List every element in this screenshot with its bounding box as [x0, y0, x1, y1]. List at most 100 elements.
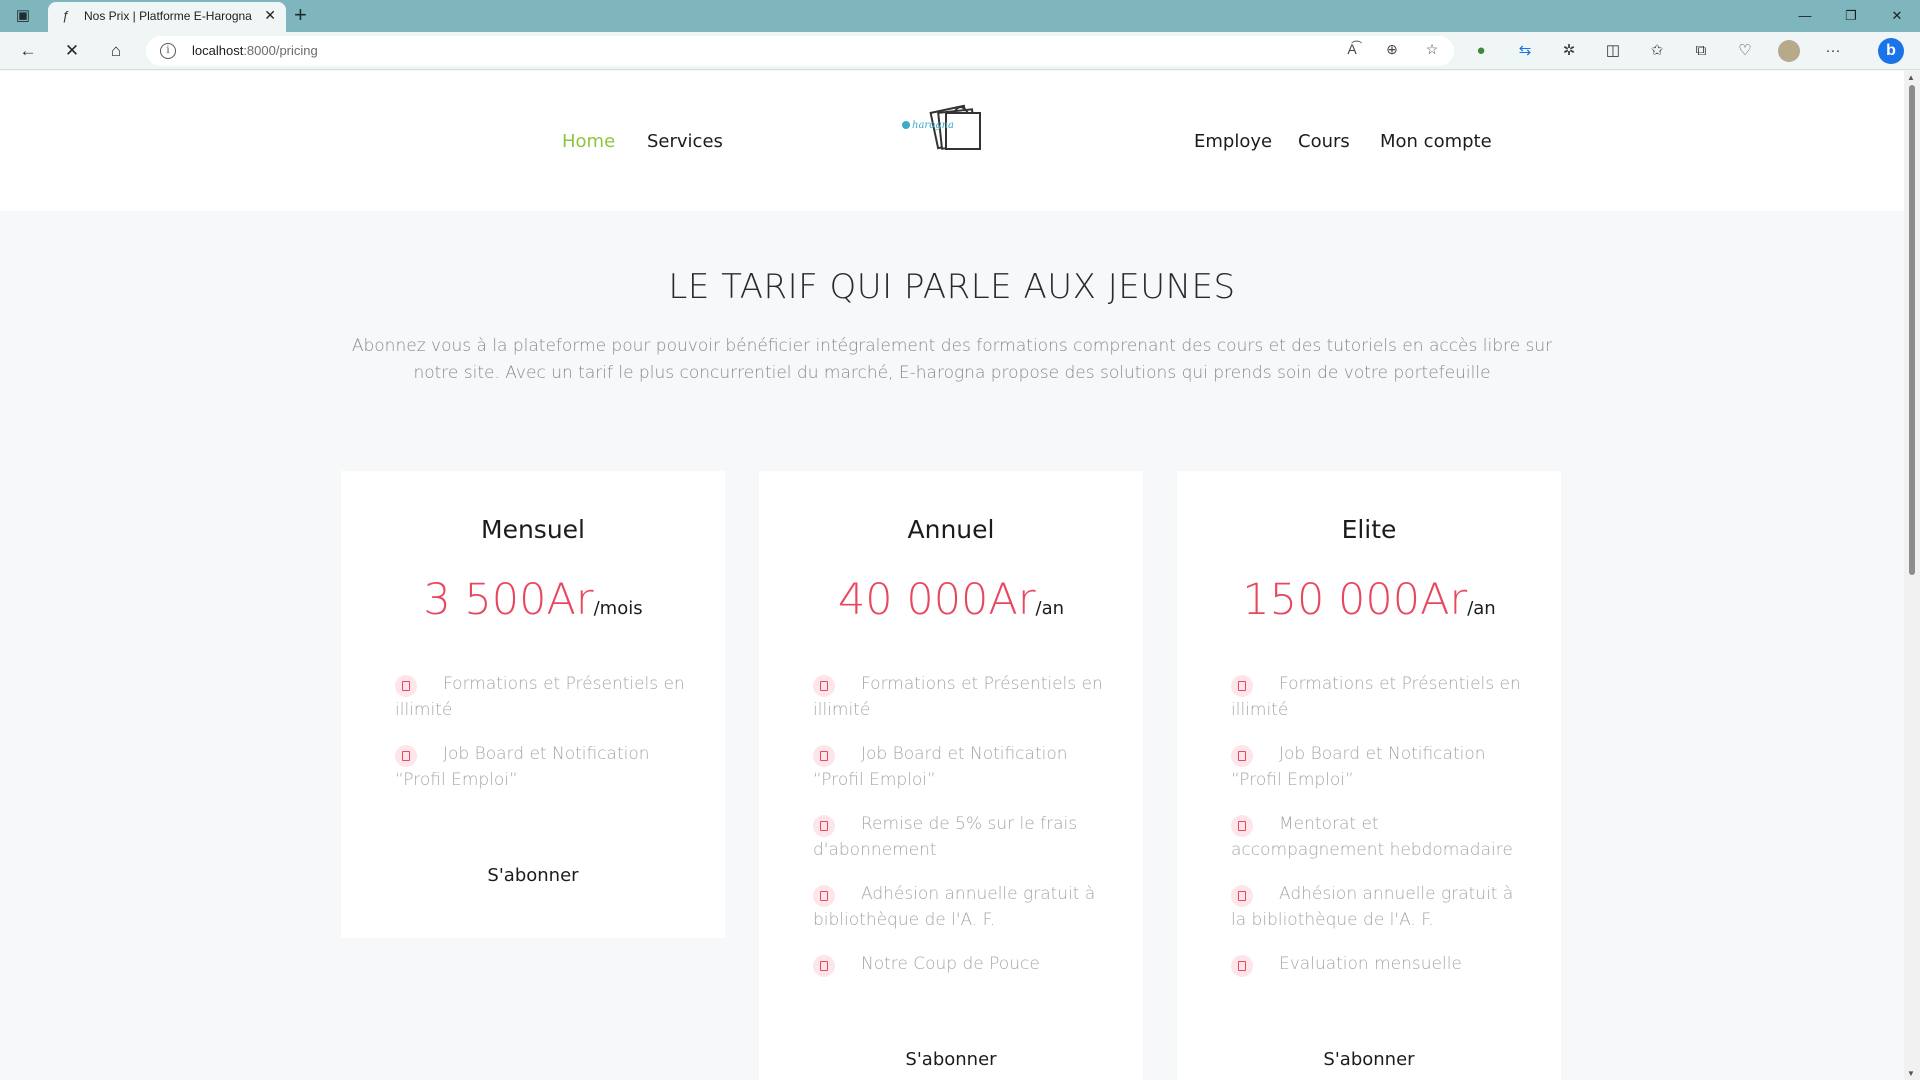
feature-item: Evaluation mensuelle [1231, 951, 1521, 977]
tab-title: Nos Prix | Platforme E-Harogna [84, 9, 252, 23]
price-unit: /an [1035, 598, 1065, 619]
feature-text: Notre Coup de Pouce [861, 954, 1040, 974]
browser-tab[interactable]: ƒ Nos Prix | Platforme E-Harogna ✕ [48, 2, 286, 32]
feature-item: Formations et Présentiels en illimité [813, 671, 1103, 723]
feature-item: Mentorat et accompagnement hebdomadaire [1231, 811, 1521, 863]
url-path: :8000/pricing [243, 43, 318, 58]
feature-check-icon [1231, 745, 1253, 767]
plan-card-annuel: Annuel 40 000Ar/an Formations et Présent… [759, 471, 1143, 1080]
feature-item: Remise de 5% sur le frais d'abonnement [813, 811, 1103, 863]
feature-check-icon [813, 745, 835, 767]
subscribe-button[interactable]: S'abonner [341, 865, 725, 886]
feature-text: Adhésion annuelle gratuit à bibliothèque… [813, 884, 1096, 930]
page-scrollbar[interactable]: ▲ ▼ [1904, 71, 1920, 1080]
feature-text: Remise de 5% sur le frais d'abonnement [813, 814, 1078, 860]
back-arrow-icon[interactable]: ← [14, 39, 42, 63]
extensions-bar: ● ⇆ ✲ ◫ ✩ ⧉ ♡ ··· [1470, 40, 1844, 62]
svg-text:harogna: harogna [912, 120, 954, 131]
page-viewport: Home Services harogna Employe Cours Mon … [0, 71, 1904, 1080]
restore-icon[interactable]: ❐ [1828, 0, 1874, 32]
nav-home[interactable]: Home [562, 131, 615, 152]
browser-toolbar: ← ✕ ⌂ i localhost:8000/pricing A͡ ⊕ ☆ ● … [0, 32, 1920, 70]
translate-icon[interactable]: ⇆ [1514, 40, 1536, 62]
tab-actions-icon[interactable]: ▣ [12, 6, 34, 26]
address-bar-actions: A͡ ⊕ ☆ [1342, 41, 1442, 58]
plan-price: 40 000Ar/an [759, 575, 1143, 625]
feature-list: Formations et Présentiels en illimité Jo… [1231, 671, 1521, 995]
feature-item: Job Board et Notification “Profil Emploi… [395, 741, 685, 793]
extension-globe-icon[interactable]: ● [1470, 40, 1492, 62]
window-controls: — ❐ ✕ [1782, 0, 1920, 32]
feature-check-icon [813, 675, 835, 697]
stop-loading-icon[interactable]: ✕ [58, 39, 86, 63]
close-tab-icon[interactable]: ✕ [264, 7, 276, 24]
read-aloud-icon[interactable]: A͡ [1342, 41, 1362, 58]
profile-avatar-icon[interactable] [1778, 40, 1800, 62]
feature-item: Formations et Présentiels en illimité [395, 671, 685, 723]
plan-name: Annuel [907, 515, 995, 544]
nav-mon-compte[interactable]: Mon compte [1380, 131, 1492, 152]
address-bar[interactable]: i localhost:8000/pricing A͡ ⊕ ☆ [146, 36, 1454, 66]
window-close-icon[interactable]: ✕ [1874, 0, 1920, 32]
scroll-thumb[interactable] [1909, 85, 1915, 575]
nav-services[interactable]: Services [647, 131, 723, 152]
plan-price: 3 500Ar/mois [341, 575, 725, 625]
more-menu-icon[interactable]: ··· [1822, 40, 1844, 62]
feature-check-icon [395, 675, 417, 697]
pricing-title: LE TARIF QUI PARLE AUX JEUNES [668, 267, 1236, 307]
feature-check-icon [813, 815, 835, 837]
feature-item: Adhésion annuelle gratuit à bibliothèque… [813, 881, 1103, 933]
home-icon[interactable]: ⌂ [102, 39, 130, 63]
feature-item: Notre Coup de Pouce [813, 951, 1103, 977]
split-screen-icon[interactable]: ◫ [1602, 40, 1624, 62]
feature-check-icon [1231, 815, 1253, 837]
price-value: 40 000Ar [837, 575, 1036, 625]
feature-check-icon [813, 955, 835, 977]
nav-cours[interactable]: Cours [1298, 131, 1350, 152]
favorite-star-icon[interactable]: ☆ [1422, 41, 1442, 58]
feature-item: Job Board et Notification “Profil Emploi… [813, 741, 1103, 793]
feature-text: Formations et Présentiels en illimité [1231, 674, 1521, 720]
site-logo[interactable]: harogna [898, 95, 988, 155]
plan-price: 150 000Ar/an [1177, 575, 1561, 625]
price-value: 3 500Ar [423, 575, 594, 625]
collections-icon[interactable]: ⧉ [1690, 40, 1712, 62]
feature-check-icon [1231, 955, 1253, 977]
extensions-puzzle-icon[interactable]: ✲ [1558, 40, 1580, 62]
price-unit: /mois [593, 598, 643, 619]
zoom-icon[interactable]: ⊕ [1382, 41, 1402, 58]
price-value: 150 000Ar [1242, 575, 1468, 625]
new-tab-icon[interactable]: + [294, 4, 307, 26]
subscribe-button[interactable]: S'abonner [759, 1049, 1143, 1070]
feature-text: Job Board et Notification “Profil Emploi… [1231, 744, 1486, 790]
feature-list: Formations et Présentiels en illimité Jo… [395, 671, 685, 811]
nav-employe[interactable]: Employe [1194, 131, 1272, 152]
feature-text: Job Board et Notification “Profil Emploi… [395, 744, 650, 790]
feature-check-icon [1231, 675, 1253, 697]
feature-list: Formations et Présentiels en illimité Jo… [813, 671, 1103, 995]
feature-check-icon [395, 745, 417, 767]
plan-name: Elite [1341, 515, 1397, 544]
site-info-icon[interactable]: i [160, 43, 176, 59]
url-host: localhost [192, 43, 244, 58]
feature-check-icon [1231, 885, 1253, 907]
feature-text: Formations et Présentiels en illimité [813, 674, 1103, 720]
feature-text: Formations et Présentiels en illimité [395, 674, 685, 720]
price-unit: /an [1467, 598, 1496, 619]
pricing-description: Abonnez vous à la plateforme pour pouvoi… [351, 336, 1553, 383]
browser-essentials-icon[interactable]: ♡ [1734, 40, 1756, 62]
feature-text: Evaluation mensuelle [1279, 954, 1462, 974]
site-header: Home Services harogna Employe Cours Mon … [0, 71, 1904, 211]
plan-name: Mensuel [481, 515, 585, 544]
feature-text: Job Board et Notification “Profil Emploi… [813, 744, 1068, 790]
copilot-icon[interactable]: b [1878, 38, 1904, 64]
scroll-up-arrow-icon[interactable]: ▲ [1907, 73, 1915, 82]
favorites-icon[interactable]: ✩ [1646, 40, 1668, 62]
subscribe-button[interactable]: S'abonner [1177, 1049, 1561, 1070]
plan-card-elite: Elite 150 000Ar/an Formations et Présent… [1177, 471, 1561, 1080]
scroll-down-arrow-icon[interactable]: ▼ [1907, 1069, 1915, 1078]
favicon-icon: ƒ [62, 8, 70, 23]
browser-tab-bar: ▣ ƒ Nos Prix | Platforme E-Harogna ✕ + —… [0, 0, 1920, 32]
minimize-icon[interactable]: — [1782, 0, 1828, 32]
feature-text: Adhésion annuelle gratuit à la bibliothè… [1231, 884, 1514, 930]
